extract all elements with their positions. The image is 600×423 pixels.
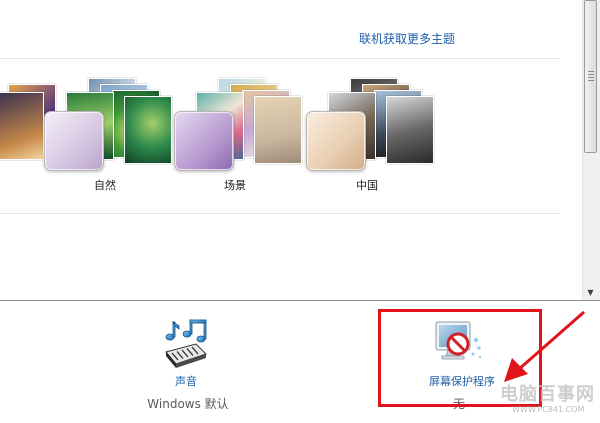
theme-preview-card [386,96,434,164]
get-more-themes-online-link[interactable]: 联机获取更多主题 [359,30,455,47]
theme-preview-card [124,96,172,164]
scrollbar-thumb[interactable] [584,0,597,153]
theme-preview-card [254,96,302,164]
theme-name-scenes: 场景 [224,179,246,192]
sound-label-link[interactable]: 声音 [168,373,204,389]
sound-music-notes-icon [165,319,207,368]
theme-preview-card [0,92,44,160]
sound-value: Windows 默认 [147,397,229,411]
sound-setting[interactable] [160,318,212,368]
separator-top [0,58,560,59]
theme-name-nature: 自然 [94,179,116,192]
theme-item-partial[interactable] [0,80,56,210]
separator-bottom [0,213,560,214]
watermark-url: WWW.PC841.COM [512,405,585,414]
theme-color-swatch [306,111,366,171]
theme-color-swatch [174,111,234,171]
watermark-text: 电脑百事网 [500,384,595,405]
theme-color-swatch [44,111,104,171]
theme-name-china: 中国 [356,179,378,192]
scroll-down-arrow-icon[interactable]: ▼ [584,287,597,298]
theme-list-pane: 联机获取更多主题 自然 场景 中国 [0,0,582,300]
